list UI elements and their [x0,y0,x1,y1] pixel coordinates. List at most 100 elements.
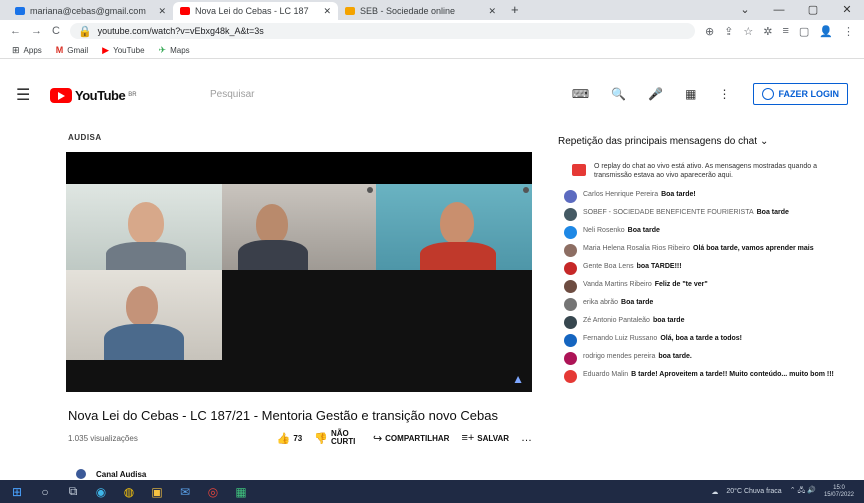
lock-icon: 🔒 [77,25,92,38]
more-icon: … [521,432,532,444]
task-view-icon[interactable]: ⧉ [66,484,80,499]
microphone-icon[interactable]: 🎤 [648,87,663,101]
thumbs-down-icon: 👎 [314,432,328,445]
search-icon[interactable]: 🔍 [611,87,626,101]
chat-text: boa tarde. [658,353,692,361]
chat-header[interactable]: Repetição das principais mensagens do ch… [558,130,848,152]
chat-author[interactable]: Neli Rosenko [583,227,625,234]
player-icon[interactable]: ▲ [512,372,524,386]
youtube-logo[interactable]: YouTube BR [50,87,137,103]
chrome-alt-icon[interactable]: ◎ [206,485,220,499]
file-explorer-icon[interactable]: ▣ [150,485,164,499]
tray-icons[interactable]: ⌃ 🖧 🔊 [790,486,816,497]
bookmark-gmail[interactable]: M Gmail [56,45,88,55]
menu-icon[interactable]: ⋮ [843,25,854,38]
chat-avatar[interactable] [564,280,577,294]
keyboard-icon[interactable]: ⌨ [572,87,589,101]
minimize-icon[interactable]: — [762,0,796,20]
bookmark-apps[interactable]: ⊞ Apps [12,45,42,56]
chat-author[interactable]: SOBEF - SOCIEDADE BENEFICENTE FOURIERIST… [583,209,754,216]
like-button[interactable]: 👍 73 [277,432,303,445]
search-input[interactable]: Pesquisar [200,84,540,106]
chat-message: Carlos Henrique Pereira Boa tarde! [564,190,848,204]
channel-name[interactable]: Canal Audisa [96,470,146,479]
chat-author[interactable]: Zé Antonio Pantaleão [583,317,650,324]
chat-author[interactable]: Fernando Luiz Russano [583,335,657,342]
reload-icon[interactable]: C [52,25,60,37]
sidebar-icon[interactable]: ▢ [799,25,809,38]
chat-avatar[interactable] [564,370,577,384]
youtube-play-icon [50,87,72,103]
address-bar-row: ← → C 🔒 youtube.com/watch?v=vEbxg48k_A&t… [0,20,864,42]
extensions-icon[interactable]: ✲ [763,25,772,38]
dislike-button[interactable]: 👎 NÃO CURTI [314,430,361,446]
tab-close-icon[interactable]: ✕ [488,6,496,17]
chrome-icon[interactable]: ◍ [122,485,136,499]
save-button[interactable]: ≡+ SALVAR [461,432,509,444]
app-grid-icon[interactable]: ▦ [234,485,248,499]
chat-author[interactable]: Maria Helena Rosalia Rios Ribeiro [583,245,690,252]
chat-avatar[interactable] [564,190,577,204]
new-tab-button[interactable]: + [503,2,527,20]
profile-icon[interactable]: 👤 [819,25,833,38]
share-button[interactable]: ↪ COMPARTILHAR [373,432,450,445]
chat-message-body: SOBEF - SOCIEDADE BENEFICENTE FOURIERIST… [583,208,789,217]
chat-avatar[interactable] [564,298,577,312]
clock[interactable]: 15:0 15/07/2022 [824,485,854,498]
tab-bar: mariana@cebas@gmail.com ✕ Nova Lei do Ce… [0,0,864,20]
chat-message-body: Zé Antonio Pantaleão boa tarde [583,316,684,325]
star-icon[interactable]: ☆ [743,25,753,38]
chat-avatar[interactable] [564,334,577,348]
browser-tab[interactable]: SEB - Sociedade online ✕ [338,2,503,20]
channel-row[interactable]: Canal Audisa [76,469,146,479]
chat-avatar[interactable] [564,226,577,240]
maximize-icon[interactable]: ▢ [796,0,830,20]
participant-video [222,184,376,270]
share-icon[interactable]: ⇪ [724,25,733,38]
reading-list-icon[interactable]: ≡ [782,25,788,37]
login-button[interactable]: FAZER LOGIN [752,83,848,105]
chat-message: Vanda Martins Ribeiro Feliz de "te ver" [564,280,848,294]
chat-message-body: rodrigo mendes pereira boa tarde. [583,352,692,361]
chat-author[interactable]: Vanda Martins Ribeiro [583,281,652,288]
chat-author[interactable]: erika abrão [583,299,618,306]
tab-close-icon[interactable]: ✕ [323,6,331,17]
browser-tab[interactable]: mariana@cebas@gmail.com ✕ [8,2,173,20]
start-icon[interactable]: ⊞ [10,485,24,499]
edge-icon[interactable]: ◉ [94,485,108,499]
chat-avatar[interactable] [564,208,577,222]
chat-avatar[interactable] [564,244,577,258]
tab-search-icon[interactable]: ⌄ [728,0,762,20]
bookmark-youtube[interactable]: ▶ YouTube [102,45,144,56]
chat-author[interactable]: Eduardo Malin [583,371,628,378]
chat-avatar[interactable] [564,352,577,366]
chat-author[interactable]: rodrigo mendes pereira [583,353,655,360]
close-window-icon[interactable]: ✕ [830,0,864,20]
share-label: COMPARTILHAR [385,433,450,443]
chat-avatar[interactable] [564,316,577,330]
address-bar[interactable]: 🔒 youtube.com/watch?v=vEbxg48k_A&t=3s [69,23,695,39]
tab-close-icon[interactable]: ✕ [158,6,166,17]
weather-text[interactable]: 20°C Chuva fraca [726,488,781,495]
logo-text: YouTube [75,87,126,103]
hamburger-menu-icon[interactable]: ☰ [16,85,42,105]
chat-text: Olá boa tarde, vamos aprender mais [693,245,814,253]
settings-menu-icon[interactable]: ⋮ [719,87,731,101]
like-count: 73 [293,433,303,443]
channel-avatar[interactable] [76,469,86,479]
apps-grid-icon[interactable]: ▦ [685,87,696,101]
back-icon[interactable]: ← [10,25,21,37]
bookmark-maps[interactable]: ✈ Maps [159,45,190,56]
browser-tab-active[interactable]: Nova Lei do Cebas - LC 187 ✕ [173,2,338,20]
forward-icon[interactable]: → [31,25,42,37]
chat-message: Eduardo Malin B tarde! Aproveitem a tarde… [564,370,848,384]
chat-message: Neli Rosenko Boa tarde [564,226,848,240]
chat-author[interactable]: Carlos Henrique Pereira [583,191,658,198]
chat-avatar[interactable] [564,262,577,276]
chat-author[interactable]: Gente Boa Lens [583,263,634,270]
video-player[interactable]: ▲ [66,152,532,392]
search-taskbar-icon[interactable]: ○ [38,485,52,499]
mail-icon[interactable]: ✉ [178,485,192,499]
more-actions-button[interactable]: … [521,432,532,444]
install-icon[interactable]: ⊕ [705,25,714,38]
